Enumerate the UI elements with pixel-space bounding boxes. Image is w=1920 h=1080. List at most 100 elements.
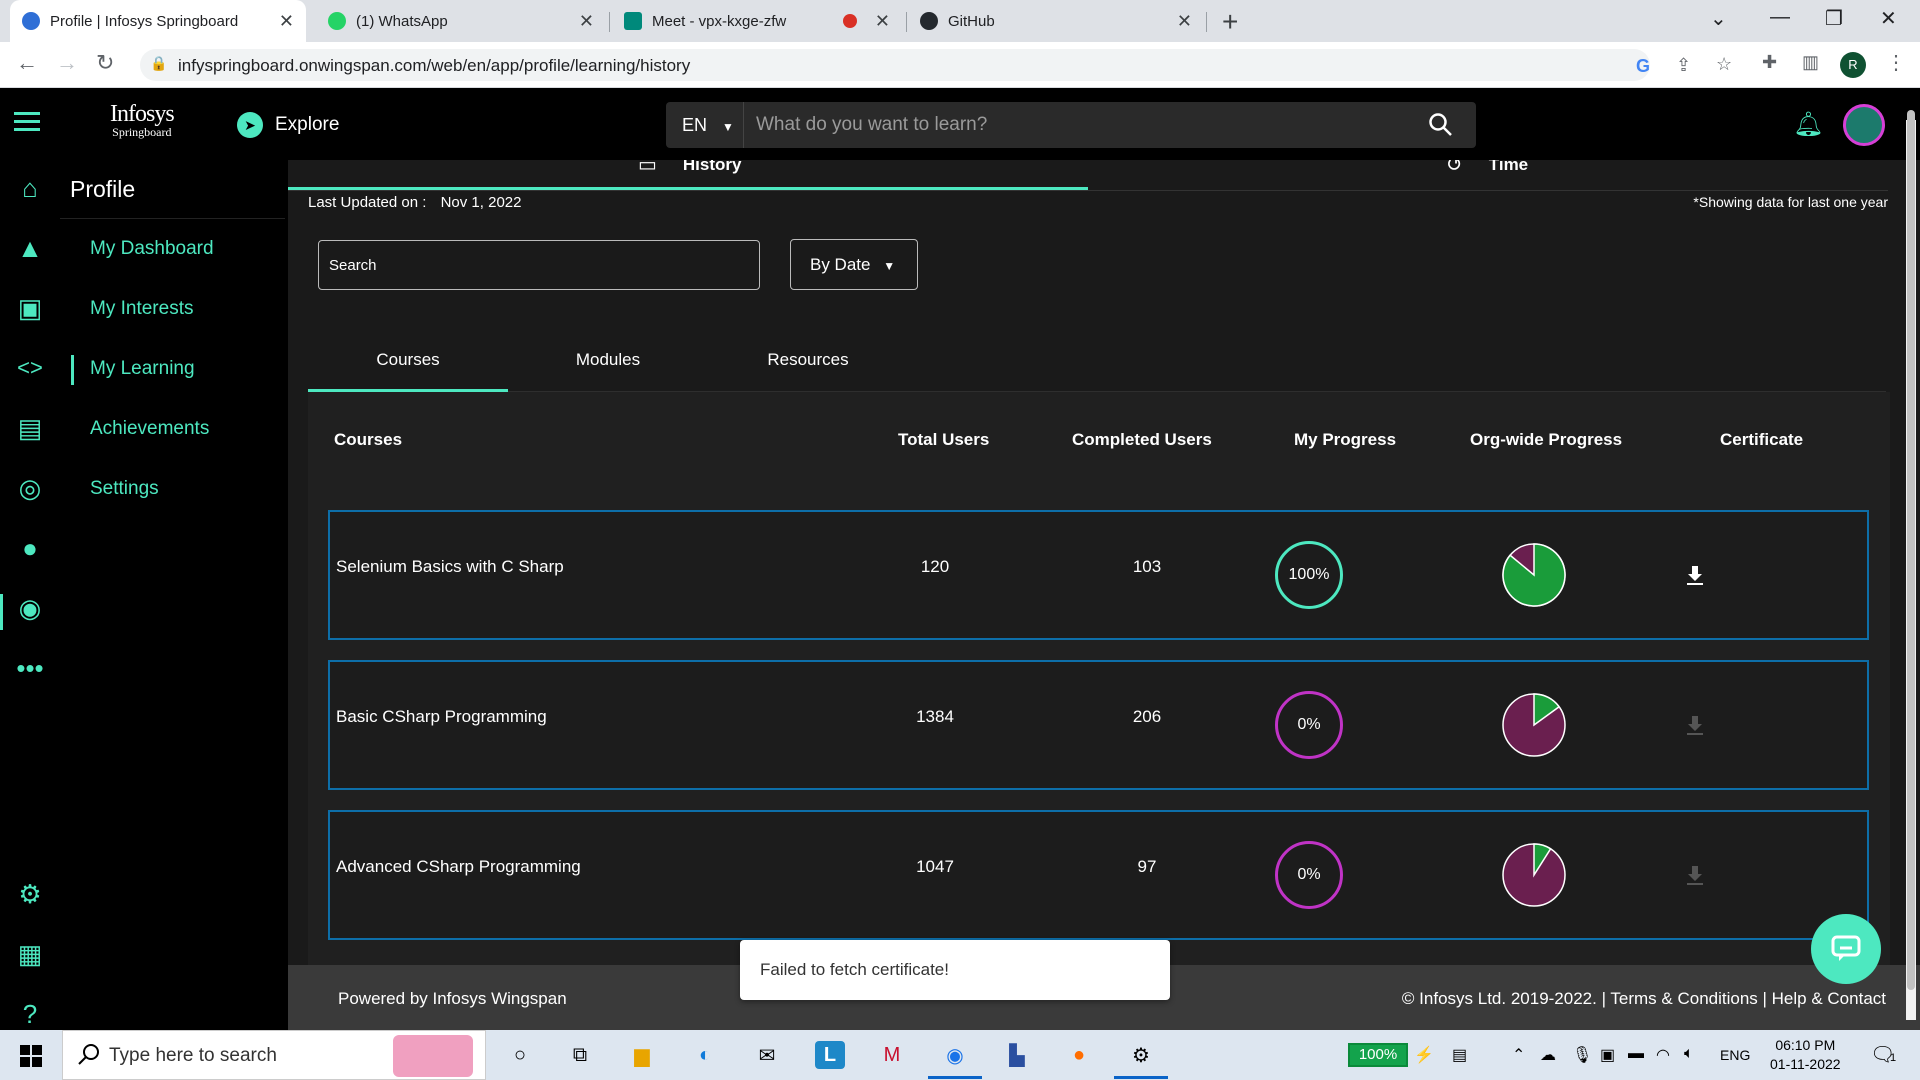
explore-link[interactable]: ➤ Explore [237, 112, 339, 138]
table-row[interactable]: Advanced CSharp Programming 1047 97 0% [328, 810, 1869, 940]
taskbar-search[interactable]: Type here to search [62, 1030, 486, 1080]
browser-menu-icon[interactable]: ⋮ [1886, 50, 1906, 75]
total-users: 1047 [916, 857, 954, 876]
minimize-icon[interactable]: — [1770, 6, 1790, 29]
sidebar-item-achievements[interactable]: Achievements [90, 418, 209, 440]
table-row[interactable]: Selenium Basics with C Sharp 120 103 100… [328, 510, 1869, 640]
tab-search-chevron-icon[interactable]: ⌄ [1710, 6, 1727, 31]
tab-separator [906, 12, 907, 32]
tab-modules[interactable]: Modules [508, 335, 708, 385]
table-row[interactable]: Basic CSharp Programming 1384 206 0% [328, 660, 1869, 790]
gear-icon[interactable]: ⚙ [16, 879, 44, 909]
tab-profile[interactable]: Profile | Infosys Springboard ✕ [10, 0, 306, 42]
meet-tray-icon[interactable]: ▣ [1600, 1045, 1615, 1065]
springboard-logo[interactable]: Infosys Springboard [110, 102, 175, 138]
chrome-icon[interactable]: ◉ [940, 1041, 970, 1069]
community-icon[interactable]: ● [16, 533, 44, 563]
sidebar-item-my-interests[interactable]: My Interests [90, 298, 193, 320]
footer-links[interactable]: © Infosys Ltd. 2019-2022. | Terms & Cond… [1402, 989, 1886, 1009]
edge-icon[interactable]: ◐ [690, 1041, 720, 1069]
task-view-icon[interactable]: ⧉ [565, 1041, 595, 1069]
code-icon[interactable]: <> [16, 354, 44, 382]
sort-dropdown[interactable]: By Date ▼ [790, 239, 918, 290]
history-search-input[interactable] [319, 241, 759, 289]
tab-history[interactable]: ▭ History [638, 160, 741, 177]
account-circle-icon[interactable]: ◉ [16, 593, 44, 623]
chat-button[interactable] [1811, 914, 1881, 984]
tab-resources[interactable]: Resources [708, 335, 908, 385]
wifi-icon[interactable]: ◠ [1656, 1045, 1670, 1065]
file-explorer-icon[interactable]: ▆ [627, 1041, 657, 1069]
course-title[interactable]: Basic CSharp Programming [336, 707, 547, 727]
tab-meet[interactable]: Meet - vpx-kxge-zfw ✕ [612, 0, 902, 42]
navigation-arrow-icon[interactable]: ▲ [16, 233, 44, 263]
download-certificate-icon[interactable] [1683, 863, 1707, 887]
browser-profile-avatar[interactable]: R [1840, 52, 1866, 78]
onedrive-icon[interactable]: ☁ [1540, 1045, 1556, 1065]
apps-grid-icon[interactable]: ▦ [16, 939, 44, 969]
completed-users: 206 [1132, 707, 1162, 726]
restore-icon[interactable]: ❐ [1825, 6, 1843, 31]
cortana-icon[interactable]: ○ [505, 1041, 535, 1069]
help-icon[interactable]: ? [16, 999, 44, 1029]
search-icon[interactable] [1428, 112, 1454, 138]
window-close-icon[interactable]: ✕ [1880, 6, 1897, 31]
close-icon[interactable]: ✕ [279, 11, 294, 32]
main-content: ▭ History ↺ Time Last Updated on : Nov 1… [288, 160, 1920, 965]
battery-indicator[interactable]: 100% [1348, 1043, 1408, 1067]
badge-icon[interactable]: ▣ [16, 293, 44, 323]
chat-bubble-icon[interactable]: ▤ [16, 413, 44, 443]
tab-time[interactable]: ↺ Time [1446, 160, 1528, 177]
mail-icon[interactable]: ✉ [752, 1041, 782, 1069]
firefox-icon[interactable]: ● [1064, 1041, 1094, 1069]
lens-app-icon[interactable]: L [815, 1041, 845, 1069]
sidebar-item-my-dashboard[interactable]: My Dashboard [90, 238, 214, 260]
course-title[interactable]: Selenium Basics with C Sharp [336, 557, 564, 577]
more-icon[interactable]: ••• [16, 653, 44, 683]
extensions-icon[interactable]: ✚ [1762, 52, 1777, 73]
lock-icon[interactable]: 🔒 [150, 55, 167, 72]
close-icon[interactable]: ✕ [1177, 11, 1192, 32]
mcafee-icon[interactable]: M [877, 1041, 907, 1069]
sidebar-item-my-learning[interactable]: My Learning [90, 358, 195, 380]
target-icon[interactable]: ◎ [16, 473, 44, 503]
volume-icon[interactable]: 🔈︎ [1684, 1045, 1694, 1063]
user-avatar[interactable] [1843, 104, 1885, 146]
network-app-icon[interactable]: ▙ [1002, 1041, 1032, 1069]
share-icon[interactable]: ⇪ [1676, 55, 1691, 76]
battery-tray-icon[interactable]: ▬ [1628, 1045, 1644, 1063]
page-scrollbar-thumb[interactable] [1907, 110, 1915, 990]
url-field[interactable]: 🔒 infyspringboard.onwingspan.com/web/en/… [140, 49, 1732, 81]
org-progress-pie [1502, 693, 1566, 757]
language-select[interactable]: EN ▼ [666, 102, 744, 148]
bookmark-star-icon[interactable]: ☆ [1716, 54, 1732, 75]
sidebar-item-settings[interactable]: Settings [90, 478, 159, 500]
tab-whatsapp[interactable]: (1) WhatsApp ✕ [316, 0, 606, 42]
forward-icon[interactable]: → [56, 50, 78, 76]
back-icon[interactable]: ← [16, 50, 38, 76]
download-certificate-icon[interactable] [1683, 563, 1707, 587]
input-language[interactable]: ENG [1720, 1047, 1750, 1063]
settings-gear-icon[interactable]: ⚙ [1126, 1041, 1156, 1069]
hamburger-menu-icon[interactable] [14, 112, 40, 136]
course-title[interactable]: Advanced CSharp Programming [336, 857, 581, 877]
google-translate-icon[interactable]: G [1636, 56, 1650, 77]
global-search-input[interactable] [744, 102, 1384, 148]
news-widget-icon[interactable]: ▤ [1452, 1045, 1467, 1065]
tab-github[interactable]: GitHub ✕ [908, 0, 1204, 42]
windows-start-icon[interactable] [20, 1045, 42, 1067]
reload-icon[interactable]: ↻ [96, 50, 114, 76]
system-clock[interactable]: 06:10 PM 01-11-2022 [1770, 1036, 1841, 1074]
show-hidden-icons-chevron-icon[interactable]: ⌃ [1512, 1045, 1525, 1065]
close-icon[interactable]: ✕ [875, 11, 890, 32]
download-certificate-icon[interactable] [1683, 713, 1707, 737]
tab-courses[interactable]: Courses [308, 335, 508, 385]
home-icon[interactable]: ⌂ [16, 173, 44, 203]
browser-tab-bar: Profile | Infosys Springboard ✕ (1) What… [0, 0, 1920, 42]
notification-bell-icon[interactable]: 🔔︎ [1793, 110, 1823, 139]
close-icon[interactable]: ✕ [579, 11, 594, 32]
side-panel-icon[interactable]: ▥ [1802, 52, 1819, 73]
microphone-icon[interactable]: 🎙︎ [1572, 1045, 1592, 1065]
new-tab-icon[interactable]: + [1222, 6, 1238, 38]
meet-favicon-icon [624, 12, 642, 30]
